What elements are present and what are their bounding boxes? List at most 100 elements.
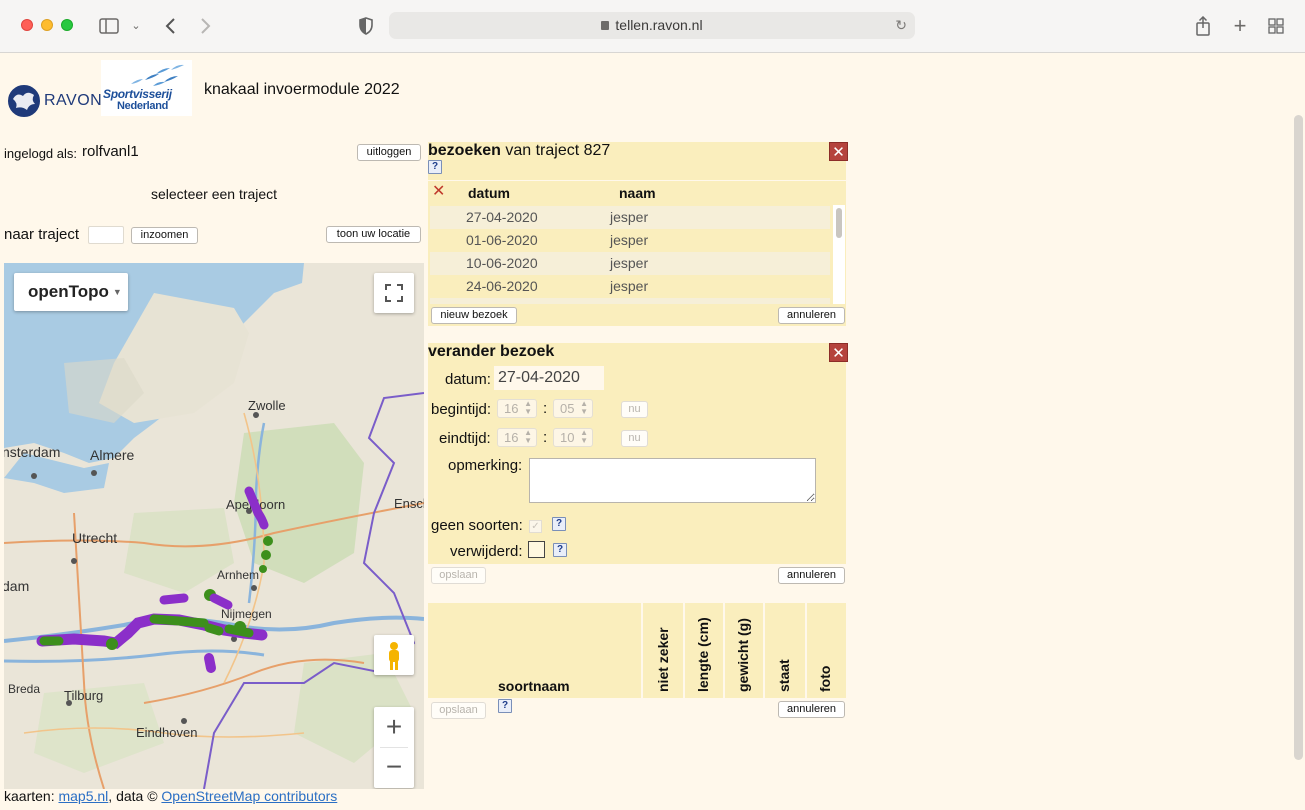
visit-row[interactable]: 27-04-2020 jesper [430,206,830,229]
visits-table-header: ✕ datum naam [428,181,846,203]
select-traject-text: selecteer een traject [151,186,278,202]
map-label-breda: Breda [8,682,40,696]
chevron-down-icon[interactable]: ⌄ [129,14,143,38]
tab-overview-icon[interactable] [1266,14,1286,38]
street-view-pegman[interactable] [374,635,414,675]
page-scrollbar[interactable] [1294,115,1303,760]
cancel-edit-button[interactable]: annuleren [778,567,845,584]
cancel-species-button[interactable]: annuleren [778,701,845,718]
time-colon: : [543,400,548,417]
new-visit-button[interactable]: nieuw bezoek [431,307,517,324]
address-bar[interactable]: tellen.ravon.nl ↻ [389,12,915,39]
username: rolfvanl1 [82,143,139,160]
map-label-zwolle: Zwolle [248,398,286,413]
visit-row[interactable]: 24-06-2020 jesper [430,275,830,298]
visits-scrollbar[interactable] [833,205,845,304]
edit-visit-heading: verander bezoek [428,343,555,360]
map-attribution: kaarten: map5.nl, data © OpenStreetMap c… [4,788,337,804]
map[interactable]: Zwolle Almere nsterdam Apeldoorn Ensch U… [4,263,424,789]
back-icon[interactable] [160,14,180,38]
col-name[interactable]: naam [619,185,656,201]
sportvisserij-logo-line2: Nederland [117,100,169,112]
reload-icon[interactable]: ↻ [895,12,907,39]
minimize-window-button[interactable] [41,19,53,31]
ravon-logo: RAVON [7,83,102,118]
visits-heading-rest: van traject 827 [500,142,611,159]
deleted-label: verwijderd: [450,543,523,560]
attribution-prefix: kaarten: [4,788,55,804]
map-canvas: Zwolle Almere nsterdam Apeldoorn Ensch U… [4,263,424,789]
delete-x-icon[interactable]: ✕ [432,181,445,201]
col-date[interactable]: datum [468,185,510,201]
start-minute-stepper[interactable]: 05 ▲ ▼ [553,399,593,418]
cancel-visits-button[interactable]: annuleren [778,307,845,324]
fullscreen-icon [385,284,403,302]
end-minute-stepper[interactable]: 10 ▲ ▼ [553,428,593,447]
show-location-button[interactable]: toon uw locatie [326,226,421,243]
visits-heading: bezoeken van traject 827 [428,142,610,160]
save-species-button[interactable]: opslaan [431,702,486,719]
map-label-utrecht: Utrecht [72,530,117,546]
visit-row[interactable]: 10-06-2020 jesper [430,252,830,275]
sportvisserij-logo-line1: Sportvisserij [103,87,172,101]
visit-row[interactable]: 01-06-2020 jesper [430,229,830,252]
map-label-tilburg: Tilburg [64,688,103,703]
logout-button[interactable]: uitloggen [357,144,421,161]
remark-label: opmerking: [448,457,523,474]
col-state: staat [763,603,805,698]
end-hour-stepper[interactable]: 16 ▲ ▼ [497,428,537,447]
no-species-help-icon[interactable]: ? [552,517,566,531]
start-minute-value: 05 [560,401,575,416]
date-field[interactable]: 27-04-2020 [494,366,604,390]
remark-textarea[interactable] [529,458,816,503]
sidebar-toggle-icon[interactable] [98,14,120,38]
share-icon[interactable] [1193,14,1213,38]
no-species-checkbox[interactable]: ✓ [529,520,542,533]
date-label: datum: [445,371,491,388]
visit-name: jesper [610,278,649,294]
start-hour-stepper[interactable]: 16 ▲ ▼ [497,399,537,418]
close-edit-visit-button[interactable]: ✕ [829,343,848,362]
map-type-selector[interactable]: openTopo ▼ [14,273,128,311]
zoom-window-button[interactable] [61,19,73,31]
col-photo: foto [805,603,846,698]
close-window-button[interactable] [21,19,33,31]
fullscreen-button[interactable] [374,273,414,313]
stepper-arrows-icon: ▲ ▼ [580,428,588,445]
visits-table: ✕ datum naam 27-04-2020 jesper 01-06-2020… [428,181,846,304]
privacy-shield-icon[interactable] [357,14,375,38]
end-hour-value: 16 [504,430,519,445]
col-length: lengte (cm) [683,603,723,698]
deleted-help-icon[interactable]: ? [553,543,567,557]
map5-link[interactable]: map5.nl [58,788,108,804]
end-minute-value: 10 [560,430,575,445]
goto-traject-input[interactable] [88,226,124,244]
deleted-checkbox[interactable] [528,541,545,558]
time-colon: : [543,429,548,446]
zoom-in-traject-button[interactable]: inzoomen [131,227,198,244]
visits-help-icon[interactable]: ? [428,160,442,174]
map-zoom-out-button[interactable]: − [374,748,414,788]
forward-icon[interactable] [196,14,216,38]
map-zoom-in-button[interactable]: + [374,707,414,747]
start-now-button[interactable]: nu [621,401,648,418]
col-uncertain: niet zeker [641,603,683,698]
new-tab-icon[interactable]: + [1230,14,1250,38]
osm-link[interactable]: OpenStreetMap contributors [161,788,337,804]
visits-scroll-thumb[interactable] [836,208,842,238]
close-visits-button[interactable]: ✕ [829,142,848,161]
pegman-icon [389,642,399,670]
visit-date: 24-06-2020 [466,278,538,294]
save-visit-button[interactable]: opslaan [431,567,486,584]
edit-visit-panel: verander bezoek datum: 27-04-2020 begint… [428,343,846,564]
species-table-header: soortnaam niet zeker lengte (cm) gewicht… [428,603,846,698]
lock-icon [601,21,610,30]
map-label-amsterdam: nsterdam [4,444,60,460]
species-help-icon[interactable]: ? [498,699,512,713]
end-now-button[interactable]: nu [621,430,648,447]
visit-name: jesper [610,209,649,225]
zoom-controls: + − [374,707,414,788]
caret-down-icon: ▼ [112,287,122,297]
sportvisserij-logo: Sportvisserij Nederland [101,60,192,116]
map-label-arnhem: Arnhem [217,568,259,582]
